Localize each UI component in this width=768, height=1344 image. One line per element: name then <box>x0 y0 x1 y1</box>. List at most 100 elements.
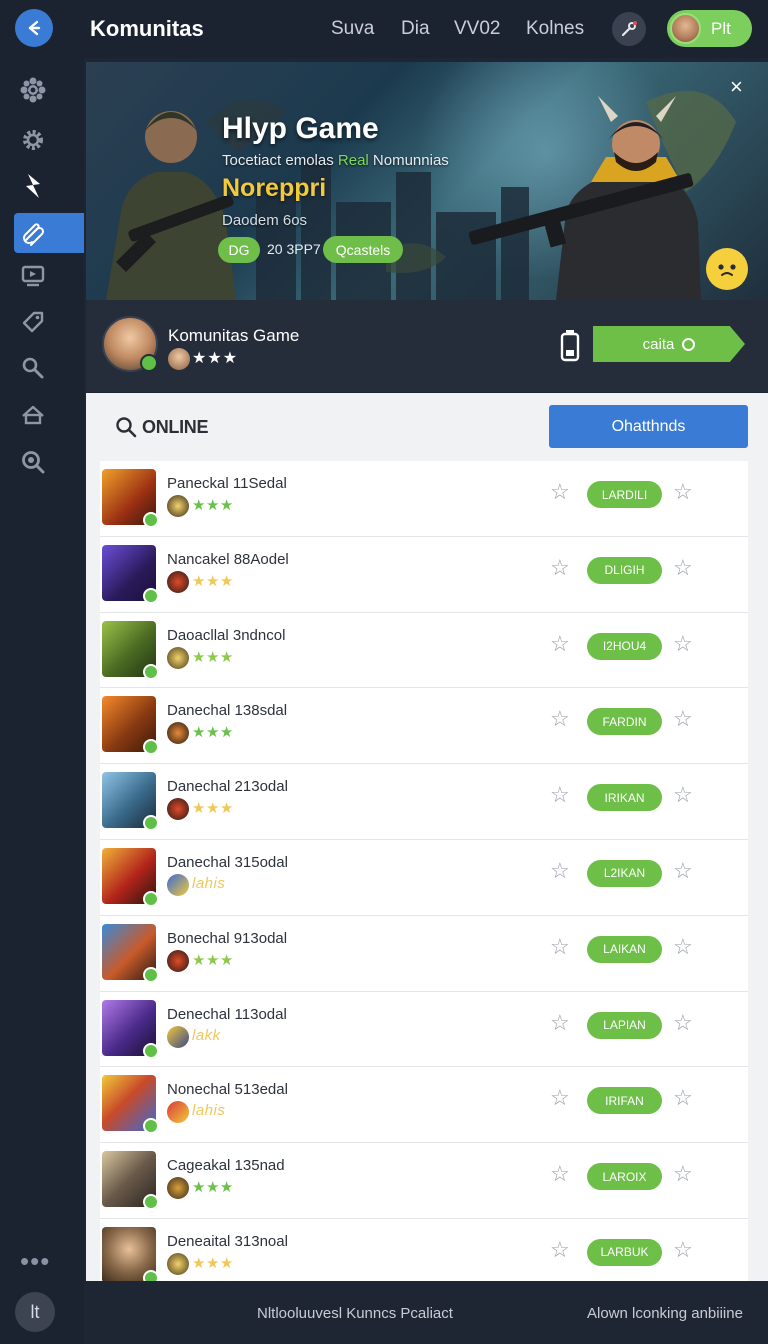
row-tag-button[interactable]: LAPIAN <box>587 1011 662 1039</box>
game-thumbnail <box>102 544 159 604</box>
check-icon <box>143 966 159 983</box>
cog-icon <box>23 130 43 150</box>
star-icon[interactable]: ☆ <box>550 481 570 503</box>
sidebar-bottom-button[interactable]: lt <box>15 1292 55 1332</box>
star-icon[interactable]: ☆ <box>550 556 570 579</box>
sidebar-item-zoom[interactable] <box>14 442 84 482</box>
row-tag-button[interactable]: LARDILI <box>587 481 662 508</box>
star-icon[interactable]: ☆ <box>550 1087 570 1109</box>
check-icon <box>143 1118 159 1135</box>
check-icon <box>143 815 159 832</box>
favorite-star-icon[interactable]: ☆ <box>673 1238 693 1261</box>
check-icon <box>143 739 159 756</box>
list-item[interactable]: Daoacllal 3ndncol ★★★ ☆ I2HOU4 ☆ <box>100 612 748 689</box>
hero-castles-button[interactable]: Qcastels <box>323 236 403 263</box>
row-tag-button[interactable]: L2IKAN <box>587 859 662 887</box>
primary-action-button[interactable]: Ohatthnds <box>549 405 748 448</box>
user-profile-button[interactable]: Plt <box>667 10 752 47</box>
check-icon <box>143 1042 159 1059</box>
gear-flower-icon <box>20 77 46 103</box>
sidebar-item-home[interactable] <box>14 395 84 435</box>
footer-right-text[interactable]: Alown lconking anbiiine <box>587 1305 743 1322</box>
hero-count: 20 3PP7 <box>267 241 321 257</box>
sidebar-item-flash[interactable] <box>14 166 84 206</box>
list-item[interactable]: Nonechal 513edal lahis ☆ IRIFAN ☆ <box>100 1067 748 1144</box>
nav-link-kolnes[interactable]: Kolnes <box>526 18 584 40</box>
monitor-icon <box>21 265 45 287</box>
favorite-star-icon[interactable]: ☆ <box>673 1011 693 1034</box>
star-icon[interactable]: ☆ <box>550 1163 570 1185</box>
community-cta-button[interactable]: caita <box>593 326 745 362</box>
hero-banner[interactable]: Hlyp Game Tocetiact emolas Real Nomunnia… <box>86 62 768 300</box>
community-name: Komunitas Game <box>168 326 300 345</box>
check-icon <box>143 1269 159 1281</box>
favorite-star-icon[interactable]: ☆ <box>673 859 693 882</box>
row-tag-button[interactable]: DLIGIH <box>587 556 662 584</box>
row-tag-button[interactable]: I2HOU4 <box>587 632 662 660</box>
list-item[interactable]: Danechal 138sdal ★★★ ☆ FARDIN ☆ <box>100 688 748 765</box>
wrench-icon <box>621 21 637 37</box>
list-item[interactable]: Danechal 315odal lahis ☆ L2IKAN ☆ <box>100 839 748 916</box>
list-item[interactable]: Nancakel 88Aodel ★★★ ☆ DLIGIH ☆ <box>100 536 748 613</box>
row-title: Danechal 213odal <box>167 778 288 796</box>
favorite-star-icon[interactable]: ☆ <box>673 556 693 579</box>
search-filter-label[interactable]: ONLINE <box>142 417 209 438</box>
list-item[interactable]: Deneaital 313noal ★★★ ☆ LARBUK ☆ <box>100 1218 748 1281</box>
row-rating: ★★★ <box>192 572 234 590</box>
community-avatar[interactable] <box>102 316 158 372</box>
battery-icon[interactable] <box>560 330 580 362</box>
favorite-star-icon[interactable]: ☆ <box>673 632 693 655</box>
member-list: Paneckal 11Sedal ★★★ ☆ LARDILI ☆ Nancake… <box>100 461 748 1281</box>
hero-date: Daodem 6os <box>222 212 308 229</box>
star-icon[interactable]: ☆ <box>550 632 570 655</box>
members-panel: ONLINE Ohatthnds Paneckal 11Sedal ★★★ ☆ … <box>86 393 768 1281</box>
row-tag-button[interactable]: LARBUK <box>587 1238 662 1266</box>
sidebar-item-tags[interactable] <box>14 302 84 342</box>
footer-left-text[interactable]: Nltlooluuvesl Kunncs Pcaliact <box>257 1305 453 1322</box>
check-icon <box>143 890 159 907</box>
community-header: Komunitas Game ★★★ caita <box>86 300 768 392</box>
list-item[interactable]: Paneckal 11Sedal ★★★ ☆ LARDILI ☆ <box>100 461 748 537</box>
nav-link-suva[interactable]: Suva <box>331 18 374 40</box>
back-button[interactable] <box>15 9 53 47</box>
search-icon[interactable] <box>114 415 138 439</box>
sidebar-item-media[interactable] <box>14 256 84 296</box>
check-icon <box>143 663 159 680</box>
sidebar-more-button[interactable]: ••• <box>20 1246 50 1277</box>
list-item[interactable]: Bonechal 913odal ★★★ ☆ LAIKAN ☆ <box>100 915 748 992</box>
favorite-star-icon[interactable]: ☆ <box>673 708 693 730</box>
star-icon[interactable]: ☆ <box>550 708 570 730</box>
game-thumbnail <box>102 620 159 680</box>
sidebar-item-settings[interactable] <box>14 120 84 160</box>
hero-badge[interactable]: DG <box>218 237 260 263</box>
sidebar-item-links[interactable] <box>14 213 84 253</box>
star-icon[interactable]: ☆ <box>550 1238 570 1261</box>
list-item[interactable]: Cageakal 135nad ★★★ ☆ LAROIX ☆ <box>100 1143 748 1219</box>
star-icon[interactable]: ☆ <box>550 859 570 882</box>
list-item[interactable]: Denechal 113odal lakk ☆ LAPIAN ☆ <box>100 991 748 1068</box>
row-tag-button[interactable]: IRIFAN <box>587 1087 662 1115</box>
row-tag-button[interactable]: IRIKAN <box>587 784 662 812</box>
star-icon[interactable]: ☆ <box>550 935 570 958</box>
notifications-button[interactable] <box>612 12 646 46</box>
favorite-star-icon[interactable]: ☆ <box>673 1163 693 1185</box>
close-icon[interactable]: × <box>730 76 743 98</box>
emoji-reaction-button[interactable] <box>706 248 748 290</box>
favorite-star-icon[interactable]: ☆ <box>673 1087 693 1109</box>
bolt-icon <box>26 174 40 198</box>
star-icon[interactable]: ☆ <box>550 784 570 806</box>
favorite-star-icon[interactable]: ☆ <box>673 784 693 806</box>
app-title: Komunitas <box>90 16 204 41</box>
row-tag-button[interactable]: LAIKAN <box>587 935 662 963</box>
star-icon[interactable]: ☆ <box>550 1011 570 1034</box>
nav-link-dia[interactable]: Dia <box>401 18 430 40</box>
favorite-star-icon[interactable]: ☆ <box>673 935 693 958</box>
favorite-star-icon[interactable]: ☆ <box>673 481 693 503</box>
sidebar-item-settings-flower[interactable] <box>14 70 84 110</box>
list-item[interactable]: Danechal 213odal ★★★ ☆ IRIKAN ☆ <box>100 764 748 840</box>
row-tag-button[interactable]: LAROIX <box>587 1163 662 1191</box>
sidebar-item-search[interactable] <box>14 348 84 388</box>
row-tag-button[interactable]: FARDIN <box>587 708 662 736</box>
row-mini-avatar <box>167 1252 189 1275</box>
nav-link-vv02[interactable]: VV02 <box>454 18 500 40</box>
